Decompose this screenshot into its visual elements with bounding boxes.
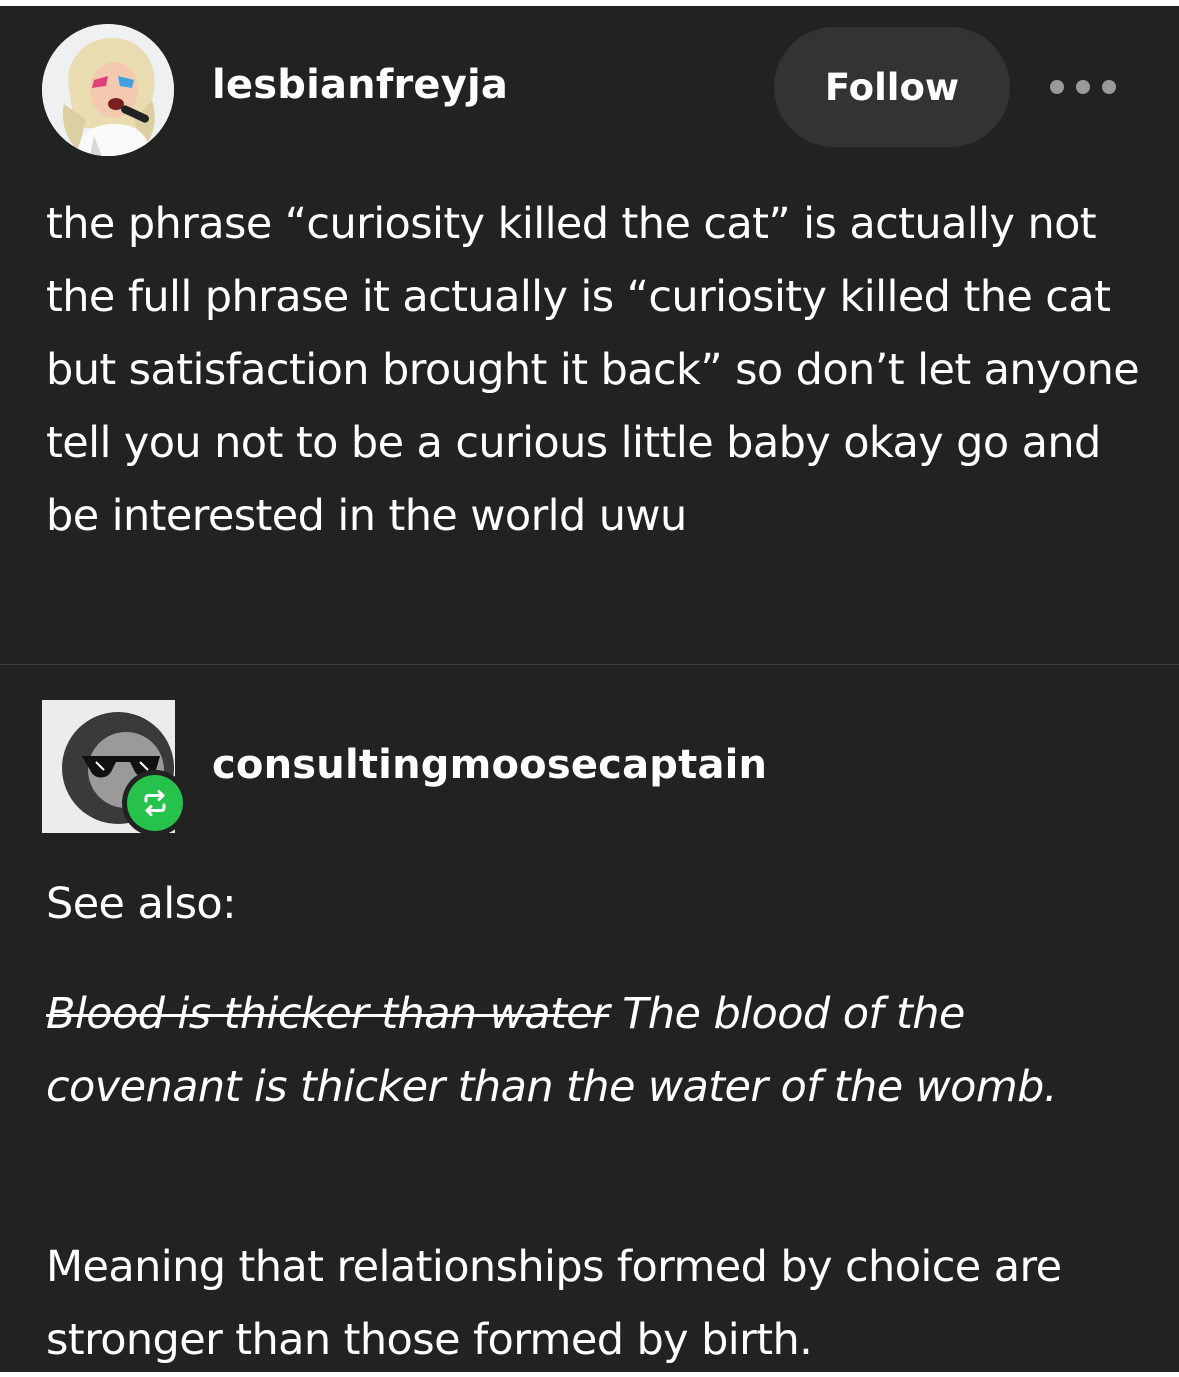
- post-card: lesbianfreyja Follow the phrase “curiosi…: [0, 6, 1179, 1372]
- see-also-text: See also:: [46, 879, 237, 929]
- reblog-icon: [127, 775, 183, 831]
- user-avatar[interactable]: [42, 24, 174, 156]
- follow-button[interactable]: Follow: [774, 27, 1010, 147]
- reblog-username[interactable]: consultingmoosecaptain: [212, 742, 767, 788]
- quote-text: Blood is thicker than water The blood of…: [46, 978, 1146, 1124]
- more-dot: [1102, 80, 1116, 94]
- more-dot: [1076, 80, 1090, 94]
- post-text: the phrase “curiosity killed the cat” is…: [46, 199, 1140, 541]
- post-username[interactable]: lesbianfreyja: [212, 62, 508, 108]
- more-options-icon[interactable]: [1050, 72, 1116, 102]
- struck-phrase: Blood is thicker than water: [46, 989, 610, 1039]
- reblog-divider: [0, 664, 1179, 665]
- reblog-badge: [122, 770, 188, 836]
- post-header: lesbianfreyja Follow: [0, 6, 1179, 166]
- avatar-image: [42, 24, 174, 156]
- more-dot: [1050, 80, 1064, 94]
- meaning-text: Meaning that relationships formed by cho…: [46, 1242, 1062, 1365]
